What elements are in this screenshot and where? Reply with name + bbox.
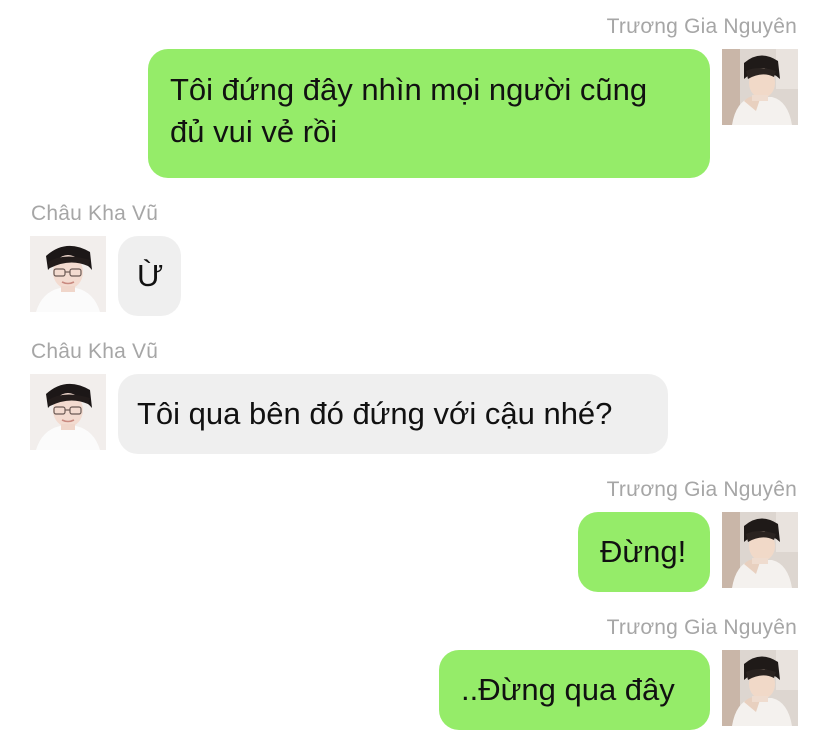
outgoing-message-bubble[interactable]: ..Đừng qua đây [439, 650, 710, 730]
message-text-line: đủ vui vẻ rồi [170, 114, 338, 149]
sender-name: Trương Gia Nguyên [606, 15, 797, 38]
message-text-line: ..Đừng qua đây [461, 672, 675, 707]
incoming-message-bubble[interactable]: Tôi qua bên đó đứng với cậu nhé? [118, 374, 668, 454]
user-avatar-icon[interactable] [30, 374, 106, 450]
incoming-message-bubble[interactable]: Ừ [118, 236, 181, 316]
message-text-line: Đừng! [600, 534, 687, 569]
sender-name: Trương Gia Nguyên [606, 478, 797, 501]
user-avatar-icon[interactable] [722, 49, 798, 125]
outgoing-message-bubble[interactable]: Đừng! [578, 512, 710, 592]
sender-name: Châu Kha Vũ [31, 340, 159, 363]
outgoing-message-bubble[interactable]: Tôi đứng đây nhìn mọi người cũng đủ vui … [148, 49, 710, 178]
chat-thread: Trương Gia Nguyên Tôi đứng đây nhìn mọi … [0, 0, 828, 745]
message-text-line: Tôi đứng đây nhìn mọi người cũng [170, 72, 648, 107]
message-text-line: Tôi qua bên đó đứng với cậu nhé? [137, 396, 613, 431]
sender-name: Châu Kha Vũ [31, 202, 159, 225]
user-avatar-icon[interactable] [722, 650, 798, 726]
message-text-line: Ừ [137, 258, 164, 293]
user-avatar-icon[interactable] [722, 512, 798, 588]
sender-name: Trương Gia Nguyên [606, 616, 797, 639]
user-avatar-icon[interactable] [30, 236, 106, 312]
